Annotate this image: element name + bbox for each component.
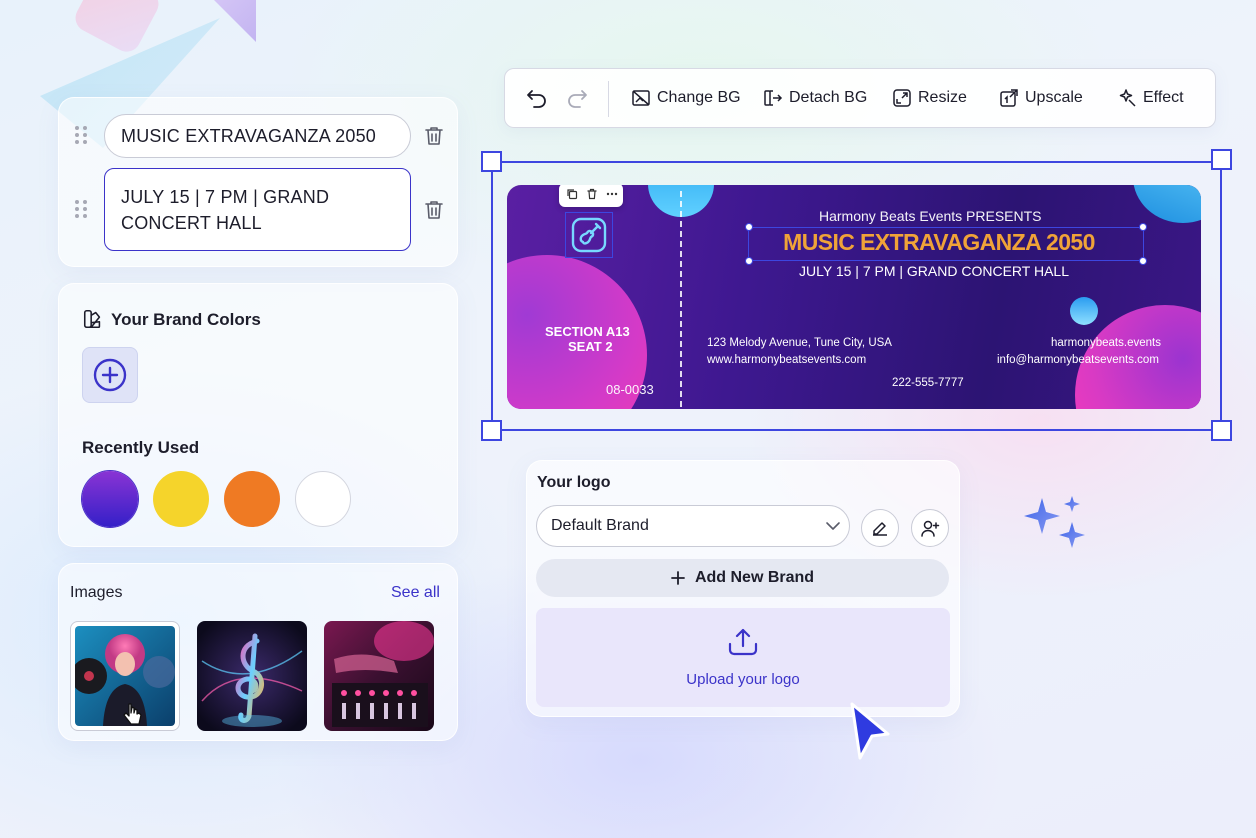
resize-label: Resize	[918, 89, 967, 106]
add-user-icon	[921, 520, 940, 537]
brand-colors-title: Your Brand Colors	[111, 310, 261, 329]
resize-icon	[893, 89, 911, 107]
trash-icon[interactable]	[422, 124, 446, 148]
image-thumbnail-dj-girl[interactable]	[70, 621, 180, 731]
resize-handle-top-right[interactable]	[1211, 149, 1232, 170]
ticket-date-line: JULY 15 | 7 PM | GRAND CONCERT HALL	[799, 263, 1069, 279]
drag-handle-icon[interactable]	[75, 126, 89, 146]
image-thumbnail-dj-mixer[interactable]	[324, 621, 434, 731]
add-new-brand-button[interactable]: Add New Brand	[536, 559, 949, 597]
brand-select[interactable]: Default Brand	[536, 505, 850, 547]
change-bg-icon	[632, 90, 650, 106]
effect-label: Effect	[1143, 89, 1184, 106]
resize-handle-top-left[interactable]	[481, 151, 502, 172]
color-swatch-purple[interactable]	[82, 471, 138, 527]
color-swatch-orange[interactable]	[224, 471, 280, 527]
ticket-email: info@harmonybeatsevents.com	[997, 354, 1159, 366]
color-swatch-white[interactable]	[295, 471, 351, 527]
pencil-icon	[873, 522, 887, 536]
images-panel: Images See all	[58, 563, 458, 741]
recently-used-label: Recently Used	[82, 438, 200, 457]
logo-mini-toolbar	[559, 185, 623, 207]
ticket-number: 08-0033	[606, 382, 654, 397]
duplicate-icon[interactable]	[566, 188, 578, 200]
ticket-address: 123 Melody Avenue, Tune City, USA	[707, 337, 892, 349]
detach-bg-icon	[764, 90, 783, 106]
text-fields-panel: MUSIC EXTRAVAGANZA 2050 JULY 15 | 7 PM |…	[58, 97, 458, 267]
magic-wand-icon	[1119, 89, 1136, 107]
text-field-title[interactable]: MUSIC EXTRAVAGANZA 2050	[104, 114, 411, 158]
ticket-design[interactable]: SECTION A13 SEAT 2 08-0033 Harmony Beats…	[507, 185, 1201, 409]
trash-icon[interactable]	[422, 198, 446, 222]
logo-selection-box[interactable]	[565, 212, 613, 258]
ticket-perforation	[680, 191, 682, 407]
undo-icon[interactable]	[525, 87, 549, 109]
editor-toolbar: Change BG Detach BG Resize Upscale Effec…	[504, 68, 1216, 128]
drag-handle-icon[interactable]	[75, 200, 89, 220]
resize-handle-bottom-left[interactable]	[481, 420, 502, 441]
ticket-blob-top-right	[1133, 185, 1201, 223]
decor-shape-pink	[70, 0, 164, 57]
ticket-title: MUSIC EXTRAVAGANZA 2050	[783, 229, 1095, 255]
trash-icon[interactable]	[586, 188, 598, 200]
upscale-button[interactable]: Upscale	[999, 69, 1083, 127]
image-thumbnail-treble-clef[interactable]	[197, 621, 307, 731]
upload-logo-label: Upload your logo	[686, 671, 800, 688]
ticket-social: harmonybeats.events	[1051, 337, 1161, 349]
mouse-pointer-icon	[850, 702, 890, 760]
add-user-button[interactable]	[911, 509, 949, 547]
brand-select-value: Default Brand	[551, 517, 649, 534]
more-icon[interactable]	[606, 188, 618, 200]
effect-button[interactable]: Effect	[1117, 69, 1184, 127]
images-title: Images	[70, 584, 123, 601]
guitar-logo-icon	[571, 217, 607, 253]
detach-bg-label: Detach BG	[789, 89, 868, 106]
title-handle[interactable]	[745, 223, 753, 231]
text-field-date[interactable]: JULY 15 | 7 PM | GRAND CONCERT HALL	[104, 168, 411, 251]
detach-bg-button[interactable]: Detach BG	[763, 69, 867, 127]
change-bg-label: Change BG	[657, 89, 741, 106]
title-handle[interactable]	[745, 257, 753, 265]
upload-icon	[728, 628, 758, 656]
upload-logo-dropzone[interactable]: Upload your logo	[536, 608, 950, 707]
plus-icon	[671, 571, 685, 585]
title-handle[interactable]	[1139, 223, 1147, 231]
edit-brand-button[interactable]	[861, 509, 899, 547]
color-swatch-yellow[interactable]	[153, 471, 209, 527]
add-color-button[interactable]	[82, 347, 138, 403]
add-new-brand-label: Add New Brand	[694, 569, 815, 586]
plus-circle-icon	[93, 358, 127, 392]
decor-shape-purple	[196, 0, 256, 42]
upscale-label: Upscale	[1025, 89, 1083, 106]
ticket-phone: 222-555-7777	[892, 377, 964, 389]
ticket-website: www.harmonybeatsevents.com	[707, 354, 867, 366]
ticket-seat: SEAT 2	[568, 339, 613, 354]
ticket-blob-small	[1070, 297, 1098, 325]
chevron-down-icon	[826, 522, 840, 530]
title-handle[interactable]	[1139, 257, 1147, 265]
redo-icon[interactable]	[565, 87, 589, 109]
ticket-section: SECTION A13	[545, 324, 630, 339]
brand-colors-panel: Your Brand Colors Recently Used	[58, 283, 458, 547]
sparkle-icon	[1024, 496, 1085, 548]
change-bg-button[interactable]: Change BG	[631, 69, 741, 127]
resize-button[interactable]: Resize	[892, 69, 967, 127]
resize-handle-bottom-right[interactable]	[1211, 420, 1232, 441]
palette-icon	[83, 309, 101, 329]
see-all-link[interactable]: See all	[391, 584, 440, 602]
ticket-presents: Harmony Beats Events PRESENTS	[819, 208, 1042, 224]
upscale-icon	[1000, 89, 1018, 107]
logo-panel-title: Your logo	[537, 474, 611, 491]
hand-cursor-icon	[123, 703, 142, 725]
toolbar-divider	[608, 81, 609, 117]
